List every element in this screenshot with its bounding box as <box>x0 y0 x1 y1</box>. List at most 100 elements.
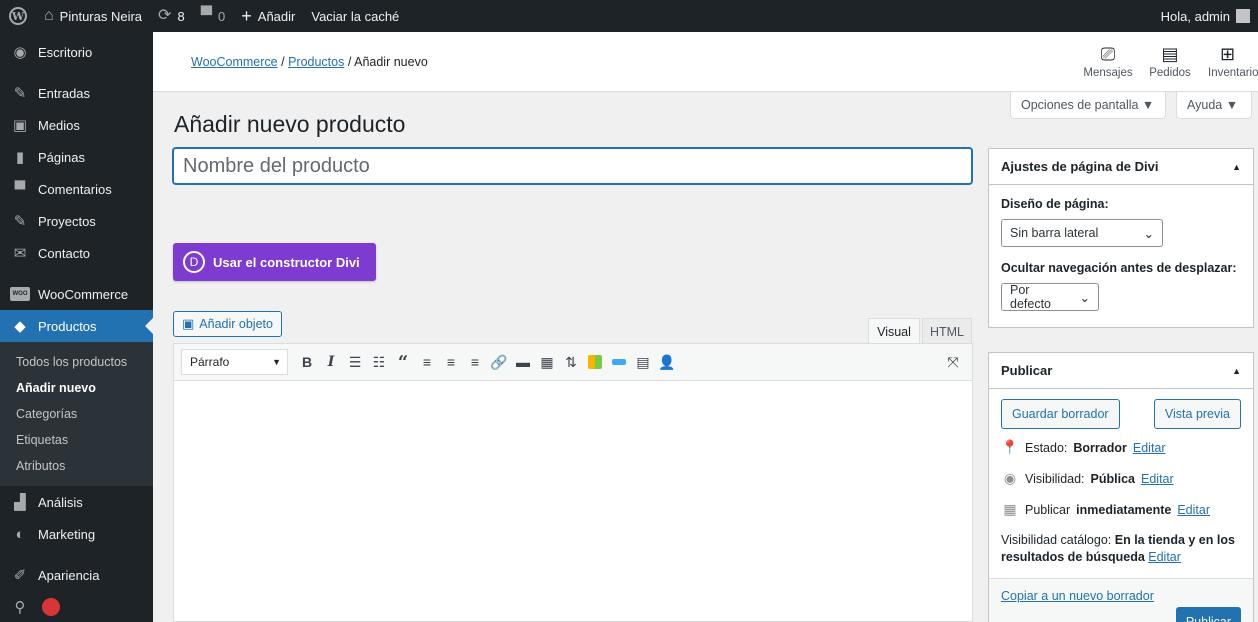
sidebar-item-label: Análisis <box>38 494 83 510</box>
sidebar-item-apariencia[interactable]: ✐ Apariencia <box>0 559 153 591</box>
orders-icon: ▤ <box>1161 44 1179 64</box>
plugin-update-badge <box>42 598 60 616</box>
align-center-icon[interactable]: ≡ <box>440 349 462 375</box>
numbered-list-icon[interactable]: ☷ <box>368 349 390 375</box>
chevron-down-icon: ▼ <box>272 357 281 367</box>
sidebar-item-label: Comentarios <box>38 181 112 197</box>
inventory-icon: ⊞ <box>1220 44 1236 64</box>
box-icon[interactable]: ▤ <box>632 349 654 375</box>
products-icon: ◆ <box>14 318 26 335</box>
insert-shortcode-icon[interactable]: ⇅ <box>560 349 582 375</box>
screen-options-button[interactable]: Opciones de pantalla ▼ <box>1010 92 1166 119</box>
inbox-icon: ⎚ <box>1100 44 1116 64</box>
sidebar-item-productos[interactable]: ◆ Productos <box>0 310 153 342</box>
sidebar-item-plugins[interactable]: ⚲ <box>0 591 153 622</box>
sidebar-item-escritorio[interactable]: ◉ Escritorio <box>0 36 153 68</box>
updates-link[interactable]: ⟳ 8 <box>150 0 193 32</box>
my-account-link[interactable]: Hola, admin <box>1153 0 1258 32</box>
orders-button[interactable]: ▤ Pedidos <box>1142 44 1198 79</box>
align-right-icon[interactable]: ≡ <box>464 349 486 375</box>
bullet-list-icon[interactable]: ☰ <box>344 349 366 375</box>
submenu-item-categorias[interactable]: Categorías <box>0 401 153 427</box>
user-icon[interactable]: 👤 <box>656 349 678 375</box>
sidebar-item-paginas[interactable]: ▮ Páginas <box>0 141 153 173</box>
site-name-link[interactable]: ⌂ Pinturas Neira <box>36 0 150 32</box>
media-icon: ▣ <box>12 117 28 134</box>
breadcrumb-woocommerce[interactable]: WooCommerce <box>191 55 278 69</box>
chevron-down-icon: ⌄ <box>1143 226 1154 241</box>
edit-catalog-link[interactable]: Editar <box>1148 550 1181 564</box>
submenu-item-etiquetas[interactable]: Etiquetas <box>0 427 153 453</box>
help-label: Ayuda ▼ <box>1187 98 1239 112</box>
sidebar-item-label: Apariencia <box>38 567 100 583</box>
messages-button[interactable]: ⎚ Mensajes <box>1080 44 1136 79</box>
tab-visual[interactable]: Visual <box>868 318 920 344</box>
help-button[interactable]: Ayuda ▼ <box>1176 92 1252 119</box>
breadcrumb-productos[interactable]: Productos <box>288 55 344 69</box>
product-name-input[interactable] <box>173 148 972 184</box>
submenu-item-todos[interactable]: Todos los productos <box>0 349 153 375</box>
format-select[interactable]: Párrafo ▼ <box>181 349 288 375</box>
sidebar-item-label: Proyectos <box>38 213 96 229</box>
new-content-link[interactable]: + Añadir <box>233 0 303 32</box>
hide-nav-select[interactable]: Por defecto ⌄ <box>1001 283 1099 311</box>
divi-builder-button[interactable]: D Usar el constructor Divi <box>173 243 376 281</box>
divi-layout-icon[interactable] <box>584 349 606 375</box>
edit-schedule-link[interactable]: Editar <box>1177 503 1210 517</box>
publish-time-value: inmediatamente <box>1076 502 1172 517</box>
sidebar-item-label: Páginas <box>38 149 85 165</box>
divider-icon[interactable] <box>608 349 630 375</box>
sidebar-item-medios[interactable]: ▣ Medios <box>0 109 153 141</box>
wordpress-logo-icon[interactable]: W <box>0 0 36 32</box>
collapse-icon[interactable]: ▲ <box>1232 162 1241 172</box>
edit-visibility-link[interactable]: Editar <box>1141 472 1174 486</box>
bar-chart-icon: ▟ <box>14 494 26 511</box>
inventory-button[interactable]: ⊞ Inventario <box>1204 44 1258 79</box>
add-media-button[interactable]: ▣ Añadir objeto <box>173 311 282 337</box>
status-row: 📍 Estado: Borrador Editar <box>1001 439 1241 456</box>
clear-cache-link[interactable]: Vaciar la caché <box>303 0 407 32</box>
divi-settings-header[interactable]: Ajustes de página de Divi ▲ <box>989 149 1253 185</box>
calendar-icon: ▦ <box>1003 501 1017 517</box>
edit-status-link[interactable]: Editar <box>1133 441 1166 455</box>
italic-icon[interactable]: I <box>320 349 342 375</box>
sidebar-item-comentarios[interactable]: ▀ Comentarios <box>0 173 153 205</box>
bold-icon[interactable]: B <box>296 349 318 375</box>
sidebar-item-proyectos[interactable]: ✎ Proyectos <box>0 205 153 237</box>
submenu-item-atributos[interactable]: Atributos <box>0 453 153 479</box>
pin-icon: 📍 <box>1001 439 1019 455</box>
preview-button[interactable]: Vista previa <box>1153 399 1241 429</box>
read-more-icon[interactable]: ▬ <box>512 349 534 375</box>
page-title: Añadir nuevo producto <box>174 111 406 137</box>
sidebar-item-contacto[interactable]: ✉ Contacto <box>0 237 153 269</box>
page-layout-label: Diseño de página: <box>1001 197 1109 211</box>
catalog-visibility-row: Visibilidad catálogo: En la tienda y en … <box>1001 532 1241 566</box>
site-name: Pinturas Neira <box>59 8 143 24</box>
comments-link[interactable]: ▀ 0 <box>193 0 234 32</box>
sidebar-item-woocommerce[interactable]: WOO WooCommerce <box>0 278 153 310</box>
status-value: Borrador <box>1073 440 1127 455</box>
sidebar-item-entradas[interactable]: ✎ Entradas <box>0 77 153 109</box>
tab-html[interactable]: HTML <box>922 318 972 344</box>
blockquote-icon[interactable]: “ <box>392 349 414 375</box>
status-label: Estado: <box>1025 440 1068 455</box>
content-editor: Párrafo ▼ B I ☰ ☷ “ ≡ ≡ ≡ 🔗 ▬ ▦ ⇅ ▤ 👤 ⤧ <box>173 343 973 622</box>
comment-icon: ▀ <box>14 180 26 198</box>
submenu-item-anadir-nuevo[interactable]: Añadir nuevo <box>0 375 153 401</box>
editor-content-area[interactable] <box>174 381 972 621</box>
page-layout-select[interactable]: Sin barra lateral ⌄ <box>1001 219 1163 247</box>
publish-button[interactable]: Publicar <box>1175 607 1241 622</box>
sidebar-item-marketing[interactable]: ◐ Marketing <box>0 518 153 550</box>
copy-draft-link[interactable]: Copiar a un nuevo borrador <box>1001 589 1154 603</box>
sidebar-item-analisis[interactable]: ▟ Análisis <box>0 486 153 518</box>
toolbar-toggle-icon[interactable]: ▦ <box>536 349 558 375</box>
pin-icon: ✎ <box>13 85 27 102</box>
save-draft-button[interactable]: Guardar borrador <box>1001 399 1120 429</box>
publish-header[interactable]: Publicar ▲ <box>989 353 1253 389</box>
link-icon[interactable]: 🔗 <box>488 349 510 375</box>
fullscreen-icon[interactable]: ⤧ <box>942 349 964 375</box>
align-left-icon[interactable]: ≡ <box>416 349 438 375</box>
collapse-icon[interactable]: ▲ <box>1232 366 1241 376</box>
new-label: Añadir <box>257 8 296 24</box>
avatar <box>1236 9 1250 23</box>
